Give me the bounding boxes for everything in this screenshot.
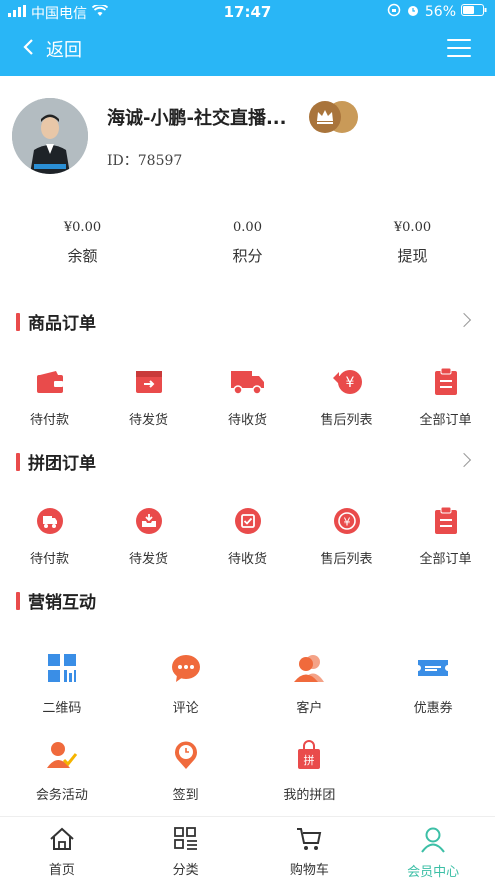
user-name: 海诚-小鹏-社交直播... — [107, 108, 287, 129]
tab-bar: 首页 分类 购物车 会员中心 — [0, 816, 495, 881]
marketing-row-1: 二维码 评论 客户 优惠券 — [0, 653, 495, 716]
event-item[interactable]: 会务活动 — [0, 740, 124, 803]
check-box-circle-icon — [198, 506, 297, 536]
goods-orders-title: 商品订单 — [16, 309, 96, 334]
goods-orders-chevron-right-icon[interactable] — [456, 312, 472, 328]
points-stat[interactable]: 0.00 积分 — [165, 220, 330, 266]
marketing-title: 营销互动 — [16, 588, 96, 613]
yen-circle-icon: ¥ — [297, 506, 396, 536]
goods-after-sales[interactable]: ¥ 售后列表 — [297, 367, 396, 428]
group-orders-title: 拼团订单 — [16, 449, 96, 474]
avatar[interactable] — [12, 98, 88, 174]
withdraw-stat[interactable]: ¥0.00 提现 — [330, 220, 495, 266]
checkin-item[interactable]: 签到 — [124, 740, 248, 803]
coupon-icon — [371, 653, 495, 683]
tab-category[interactable]: 分类 — [124, 817, 248, 881]
home-icon — [0, 827, 124, 855]
truck-icon — [198, 367, 297, 397]
qrcode-item[interactable]: 二维码 — [0, 653, 124, 716]
category-icon — [124, 827, 248, 855]
group-buy-item[interactable]: 拼 我的拼团 — [248, 740, 372, 803]
cart-icon — [248, 827, 372, 855]
group-all-orders[interactable]: 全部订单 — [396, 506, 495, 567]
back-button[interactable]: 返回 — [22, 36, 82, 62]
customer-icon — [248, 653, 372, 683]
coupon-item[interactable]: 优惠券 — [371, 653, 495, 716]
points-value: 0.00 — [233, 220, 262, 235]
points-label: 积分 — [232, 247, 263, 265]
profile-card: 海诚-小鹏-社交直播... ID：78597 — [0, 98, 495, 178]
goods-pending-receipt[interactable]: 待收货 — [198, 367, 297, 428]
rotation-lock-icon — [387, 3, 401, 21]
wallet-icon — [0, 367, 99, 397]
battery-text: 56% — [424, 4, 456, 20]
alarm-icon — [406, 3, 420, 21]
marketing-row-2: 会务活动 签到 拼 我的拼团 — [0, 740, 495, 803]
group-after-sales[interactable]: ¥ 售后列表 — [297, 506, 396, 567]
qrcode-icon — [0, 653, 124, 683]
svg-text:拼: 拼 — [304, 753, 315, 767]
yen-return-icon: ¥ — [297, 367, 396, 397]
svg-text:¥: ¥ — [345, 375, 354, 391]
group-pending-shipment[interactable]: 待发货 — [99, 506, 198, 567]
tray-circle-icon — [99, 506, 198, 536]
tab-home[interactable]: 首页 — [0, 817, 124, 881]
group-buy-icon: 拼 — [248, 740, 372, 770]
svg-text:¥: ¥ — [343, 516, 350, 529]
back-label: 返回 — [46, 40, 82, 61]
crown-badge-icon — [308, 100, 360, 134]
member-icon — [371, 827, 495, 857]
status-bar: 中国电信 17:47 56% — [0, 0, 495, 24]
withdraw-value: ¥0.00 — [393, 220, 432, 235]
goods-all-orders[interactable]: 全部订单 — [396, 367, 495, 428]
goods-pending-payment[interactable]: 待付款 — [0, 367, 99, 428]
withdraw-label: 提现 — [397, 247, 428, 265]
account-stats: ¥0.00 余额 0.00 积分 ¥0.00 提现 — [0, 220, 495, 266]
comment-item[interactable]: 评论 — [124, 653, 248, 716]
customer-item[interactable]: 客户 — [248, 653, 372, 716]
user-id: ID：78597 — [107, 153, 183, 169]
balance-label: 余额 — [67, 247, 98, 265]
event-icon — [0, 740, 124, 770]
group-pending-payment[interactable]: 待付款 — [0, 506, 99, 567]
balance-stat[interactable]: ¥0.00 余额 — [0, 220, 165, 266]
checkin-icon — [124, 740, 248, 770]
clipboard-icon — [396, 367, 495, 397]
goods-orders-row: 待付款 待发货 待收货 ¥ 售后列表 全部订单 — [0, 367, 495, 428]
balance-value: ¥0.00 — [63, 220, 102, 235]
group-pending-receipt[interactable]: 待收货 — [198, 506, 297, 567]
tab-cart[interactable]: 购物车 — [248, 817, 372, 881]
chevron-left-icon — [22, 38, 34, 61]
comment-icon — [124, 653, 248, 683]
group-orders-chevron-right-icon[interactable] — [456, 452, 472, 468]
tab-member-center[interactable]: 会员中心 — [371, 817, 495, 881]
truck-circle-icon — [0, 506, 99, 536]
navigation-bar: 返回 — [0, 30, 495, 70]
group-orders-row: 待付款 待发货 待收货 ¥ 售后列表 全部订单 — [0, 506, 495, 567]
box-icon — [99, 367, 198, 397]
clipboard-icon — [396, 506, 495, 536]
menu-icon[interactable] — [447, 39, 471, 59]
battery-icon — [461, 4, 487, 20]
goods-pending-shipment[interactable]: 待发货 — [99, 367, 198, 428]
